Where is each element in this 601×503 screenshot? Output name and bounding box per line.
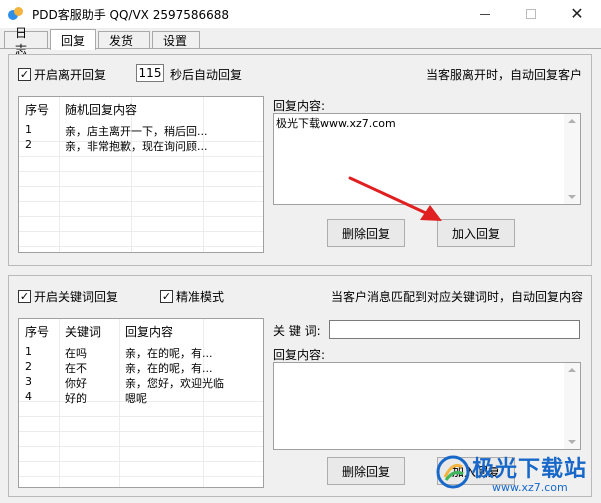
list-item[interactable]: 1 亲，店主离开一下，稍后回... [19, 123, 263, 138]
delete-keyword-reply-button[interactable]: 删除回复 [327, 457, 405, 485]
away-reply-panel: ✓ 开启离开回复 115 秒后自动回复 当客服离开时，自动回复客户 序号 随机回… [8, 54, 592, 266]
list-item[interactable]: 3 你好 亲，您好，欢迎光临 [19, 375, 263, 390]
list-item[interactable]: 1 在吗 亲，在的呢，有... [19, 345, 263, 360]
row-index: 3 [25, 375, 32, 388]
seconds-label: 秒后自动回复 [170, 68, 243, 82]
keyword-input[interactable] [329, 320, 580, 339]
checkbox-checked-icon: ✓ [18, 290, 31, 303]
row-content: 嗯呢 [125, 392, 147, 405]
row-content: 亲，在的呢，有... [125, 362, 213, 375]
row-index: 1 [25, 345, 32, 358]
away-reply-label: 开启离开回复 [34, 68, 107, 82]
window-title: PDD客服助手 QQ/VX 2597586688 [32, 7, 230, 22]
row-keyword: 好的 [65, 392, 87, 405]
close-button[interactable]: ✕ [554, 0, 600, 28]
title-bar: PDD客服助手 QQ/VX 2597586688 ✕ [0, 0, 601, 28]
row-content: 亲，店主离开一下，稍后回... [65, 125, 208, 138]
reply-content-value: 极光下载www.xz7.com [276, 117, 396, 130]
content-label: 回复内容: [273, 99, 326, 113]
column-header-index[interactable]: 序号 [25, 101, 49, 118]
row-content: 亲，在的呢，有... [125, 347, 213, 360]
tab-log[interactable]: 日志 [4, 26, 48, 57]
maximize-button[interactable] [508, 0, 554, 28]
away-reply-checkbox[interactable]: ✓ 开启离开回复 [18, 66, 106, 83]
add-keyword-reply-button[interactable]: 加入回复 [437, 457, 515, 485]
row-content: 亲，非常抱歉，现在询问顾... [65, 140, 208, 153]
scroll-up-icon[interactable] [568, 119, 576, 123]
minimize-icon [480, 13, 490, 15]
column-header-content[interactable]: 回复内容 [125, 323, 173, 340]
keyword-reply-list[interactable]: 序号 关键词 回复内容 1 在吗 亲，在的呢，有... 2 在不 亲，在的呢，有… [18, 318, 264, 488]
exact-mode-label: 精准模式 [176, 290, 225, 304]
scroll-down-icon[interactable] [568, 195, 576, 199]
column-header-keyword[interactable]: 关键词 [65, 323, 101, 340]
row-keyword: 在吗 [65, 347, 87, 360]
column-header-content[interactable]: 随机回复内容 [65, 101, 137, 118]
row-keyword: 在不 [65, 362, 87, 375]
tab-reply[interactable]: 回复 [50, 29, 96, 50]
close-icon: ✕ [570, 4, 584, 23]
row-content: 亲，您好，欢迎光临 [125, 377, 224, 390]
keyword-reply-content-textarea[interactable] [273, 362, 581, 450]
keyword-reply-checkbox[interactable]: ✓ 开启关键词回复 [18, 288, 118, 305]
checkbox-checked-icon: ✓ [18, 68, 31, 81]
row-index: 2 [25, 138, 32, 151]
tab-ship[interactable]: 发货 [98, 31, 150, 49]
minimize-button[interactable] [462, 0, 508, 28]
seconds-input[interactable]: 115 [136, 64, 164, 82]
away-reply-hint: 当客服离开时，自动回复客户 [426, 68, 583, 82]
tab-settings[interactable]: 设置 [152, 31, 200, 49]
column-header-index[interactable]: 序号 [25, 323, 49, 340]
list-header: 序号 随机回复内容 [19, 97, 263, 119]
content-label: 回复内容: [273, 348, 326, 362]
row-index: 1 [25, 123, 32, 136]
add-reply-button[interactable]: 加入回复 [437, 219, 515, 247]
list-item[interactable]: 4 好的 嗯呢 [19, 390, 263, 405]
list-item[interactable]: 2 在不 亲，在的呢，有... [19, 360, 263, 375]
keyword-label: 关 键 词: [273, 324, 321, 338]
delete-reply-button[interactable]: 删除回复 [327, 219, 405, 247]
maximize-icon [526, 9, 536, 19]
row-index: 2 [25, 360, 32, 373]
keyword-reply-panel: ✓ 开启关键词回复 ✓ 精准模式 当客户消息匹配到对应关键词时，自动回复内容 序… [8, 275, 592, 497]
row-keyword: 你好 [65, 377, 87, 390]
keyword-reply-label: 开启关键词回复 [34, 290, 119, 304]
app-icon [8, 6, 24, 22]
vertical-scrollbar[interactable] [564, 114, 580, 204]
scroll-down-icon[interactable] [568, 440, 576, 444]
vertical-scrollbar[interactable] [564, 363, 580, 449]
list-item[interactable]: 2 亲，非常抱歉，现在询问顾... [19, 138, 263, 153]
list-header: 序号 关键词 回复内容 [19, 319, 263, 341]
checkbox-checked-icon: ✓ [160, 290, 173, 303]
reply-content-textarea[interactable]: 极光下载www.xz7.com [273, 113, 581, 205]
exact-mode-checkbox[interactable]: ✓ 精准模式 [160, 288, 224, 305]
tab-strip: 日志 回复 发货 设置 [0, 26, 601, 57]
keyword-reply-hint: 当客户消息匹配到对应关键词时，自动回复内容 [331, 290, 584, 304]
row-index: 4 [25, 390, 32, 403]
random-reply-list[interactable]: 序号 随机回复内容 1 亲，店主离开一下，稍后回... 2 亲，非常抱歉，现在询… [18, 96, 264, 253]
scroll-up-icon[interactable] [568, 368, 576, 372]
